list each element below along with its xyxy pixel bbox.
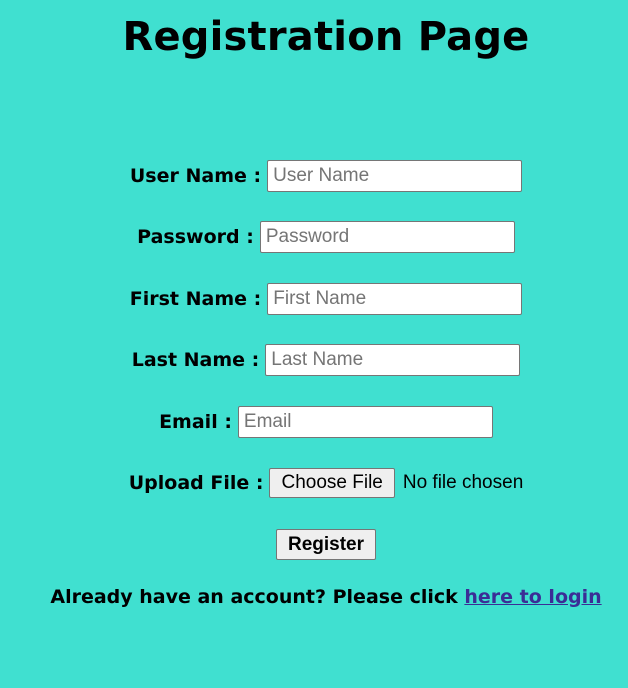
username-label: User Name :: [129, 165, 262, 187]
username-row: User Name :: [0, 160, 628, 192]
email-input[interactable]: [237, 406, 493, 438]
email-label: Email :: [159, 411, 232, 433]
login-prompt-row: Already have an account? Please click he…: [0, 586, 628, 608]
file-upload-row: Upload File : Choose File No file chosen: [0, 468, 628, 498]
file-upload-label: Upload File :: [128, 472, 264, 494]
register-row: Register: [0, 529, 628, 560]
firstname-label: First Name :: [129, 288, 262, 310]
page-title: Registration Page: [122, 14, 530, 60]
login-prompt: Already have an account? Please click he…: [50, 586, 601, 608]
file-upload-control[interactable]: Choose File No file chosen: [269, 468, 523, 498]
login-prompt-text: Already have an account? Please click: [50, 586, 465, 608]
lastname-row: Last Name :: [0, 344, 628, 376]
choose-file-button[interactable]: Choose File: [269, 468, 395, 498]
password-label: Password :: [137, 226, 254, 248]
password-input[interactable]: [259, 221, 515, 253]
file-status-text: No file chosen: [402, 472, 524, 493]
password-row: Password :: [0, 221, 628, 253]
lastname-label: Last Name :: [131, 349, 260, 371]
lastname-input[interactable]: [265, 344, 521, 376]
firstname-input[interactable]: [267, 283, 523, 315]
login-link[interactable]: here to login: [464, 586, 601, 608]
firstname-row: First Name :: [0, 283, 628, 315]
register-button[interactable]: Register: [275, 529, 377, 560]
email-row: Email :: [0, 406, 628, 438]
username-input[interactable]: [267, 160, 523, 192]
